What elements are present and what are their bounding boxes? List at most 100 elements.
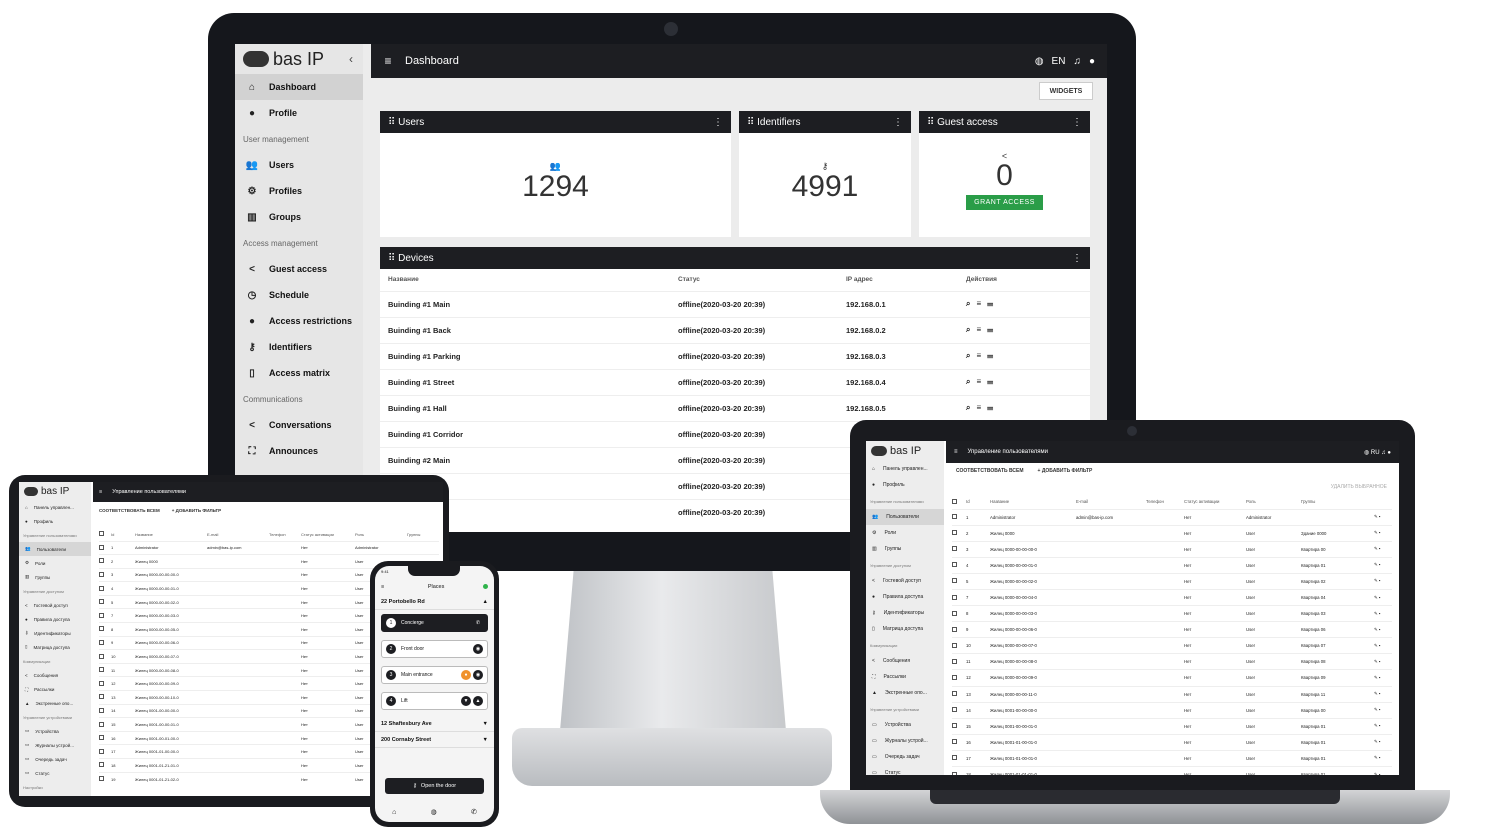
more-vert-icon[interactable]: ⋮ [713,117,723,128]
column-header[interactable]: Название [990,495,1076,509]
sidebar-item[interactable]: ● Профиль [866,477,944,493]
door-button[interactable]: 3 Main entrance ● ◉ [381,666,488,684]
column-header[interactable]: Телефон [1146,495,1184,509]
delete-selected-button[interactable]: УДАЛИТЬ ВЫБРАННОЕ [1331,484,1387,490]
sidebar-item[interactable]: ▭ Очередь задач [866,749,944,765]
match-all-button[interactable]: СООТВЕТСТВОВАТЬ ВСЕМ [956,468,1024,474]
select-all-checkbox[interactable] [952,498,957,504]
sidebar-item-schedule[interactable]: ◷ Schedule [235,282,363,308]
delete-icon[interactable]: ▪ [1379,595,1381,600]
checklist-icon[interactable]: ☰ [987,351,999,360]
row-checkbox[interactable] [952,530,957,536]
row-checkbox[interactable] [99,694,104,700]
delete-icon[interactable]: ▪ [1379,578,1381,583]
table-row[interactable]: Buinding #1 Main offline(2020-03-20 20:39… [380,290,1090,317]
table-row[interactable]: 15 Жилец 0001-00-00-01-0 Нет User Квартира 0… [952,717,1392,735]
search-device-icon[interactable]: ⌕ [966,299,976,308]
delete-icon[interactable]: ▪ [1379,611,1381,616]
row-checkbox[interactable] [952,771,957,775]
delete-icon[interactable]: ▪ [1379,627,1381,632]
row-checkbox[interactable] [99,680,104,686]
column-header[interactable]: Роль [355,528,407,541]
row-checkbox[interactable] [952,755,957,761]
search-device-icon[interactable]: ⌕ [966,403,976,412]
bell-icon[interactable]: ♫ [1073,56,1081,67]
table-row[interactable]: Buinding #1 Parking offline(2020-03-20 20… [380,342,1090,369]
row-checkbox[interactable] [952,691,957,697]
row-checkbox[interactable] [952,594,957,600]
sidebar-item[interactable]: ⌂ Панель управлен... [866,461,944,477]
tab-intercom[interactable]: ◍ [431,808,437,816]
collapse-sidebar-icon[interactable]: ‹ [349,52,353,66]
column-header[interactable]: Статус [670,269,838,291]
drag-handle-icon[interactable]: ⠿ [927,117,937,128]
door-action-icon[interactable]: ▲ [473,696,483,706]
sidebar-item[interactable]: ⛶ Рассылки [866,669,944,685]
sidebar-item[interactable]: ▲ Экстренные опо... [866,685,944,701]
column-header[interactable]: Группы [407,528,439,541]
checklist-icon[interactable]: ☰ [987,325,999,334]
row-checkbox[interactable] [99,653,104,659]
sidebar-item-profile[interactable]: ● Profile [235,100,363,126]
door-button[interactable]: 2 Front door ◉ [381,640,488,658]
list-icon[interactable]: ≡ [976,351,987,360]
delete-icon[interactable]: ▪ [1379,562,1381,567]
sidebar-item[interactable]: ▯ Матрица доступа [866,621,944,637]
more-vert-icon[interactable]: ⋮ [893,117,903,128]
tab-home[interactable]: ⌂ [392,809,396,816]
sidebar-item-identifiers[interactable]: ⚷ Identifiers [235,334,363,360]
column-header[interactable]: E-mail [207,528,269,541]
column-header[interactable]: Статус активации [301,528,355,541]
row-checkbox[interactable] [99,762,104,768]
row-checkbox[interactable] [99,639,104,645]
sidebar-item[interactable]: ● Правила доступа [866,589,944,605]
column-header[interactable]: E-mail [1076,495,1146,509]
widgets-button[interactable]: WIDGETS [1039,82,1093,100]
drag-handle-icon[interactable]: ⠿ [388,253,398,264]
column-header[interactable]: Статус активации [1184,495,1246,509]
row-checkbox[interactable] [99,707,104,713]
sidebar-item[interactable]: ▭ Устройства [19,724,91,738]
table-row[interactable]: 1 Administrator admin@bas-ip.com Нет Adminis… [952,508,1392,526]
table-row[interactable]: 5 Жилец 0000-00-00-02-0 Нет User Квартира 02… [952,572,1392,590]
door-action-icon[interactable]: ✆ [473,618,483,628]
door-action-icon[interactable]: ◉ [473,670,483,680]
sidebar-item[interactable]: 👥 Пользователи [19,542,91,556]
checklist-icon[interactable]: ☰ [987,377,999,386]
location-header[interactable]: 22 Portobello Rd ▲ [375,594,494,610]
row-checkbox[interactable] [952,546,957,552]
row-checkbox[interactable] [952,674,957,680]
table-row[interactable]: Buinding #1 Street offline(2020-03-20 20:… [380,368,1090,395]
sidebar-item[interactable]: ▭ Журналы устрой... [19,738,91,752]
row-checkbox[interactable] [952,642,957,648]
drag-handle-icon[interactable]: ⠿ [388,117,398,128]
delete-icon[interactable]: ▪ [1379,643,1381,648]
sidebar-item[interactable]: ▭ Статус [866,765,944,775]
search-device-icon[interactable]: ⌕ [966,377,976,386]
list-icon[interactable]: ≡ [976,377,987,386]
row-checkbox[interactable] [99,585,104,591]
checklist-icon[interactable]: ☰ [987,403,999,412]
row-checkbox[interactable] [952,562,957,568]
sidebar-item-guest-access[interactable]: < Guest access [235,256,363,282]
row-checkbox[interactable] [99,612,104,618]
row-checkbox[interactable] [952,578,957,584]
open-door-button[interactable]: ⚷ Open the door [385,778,484,794]
drag-handle-icon[interactable]: ⠿ [747,117,757,128]
row-checkbox[interactable] [952,723,957,729]
table-row[interactable]: 2 Жилец 0000 Нет User Здание 0000 ✎ ▪ [952,524,1392,542]
menu-icon[interactable]: ≡ [954,449,958,455]
sidebar-item[interactable]: ▭ Статус [19,766,91,780]
sidebar-item[interactable]: ▭ Журналы устрой... [866,733,944,749]
row-checkbox[interactable] [99,558,104,564]
table-row[interactable]: 4 Жилец 0000-00-00-01-0 Нет User Квартира 01… [952,556,1392,574]
sidebar-item[interactable]: ▥ Группы [19,570,91,584]
location-header[interactable]: 12 Shaftesbury Ave ▼ [375,716,494,732]
account-icon[interactable]: ● [1089,56,1095,67]
delete-icon[interactable]: ▪ [1379,723,1381,728]
table-row[interactable]: 3 Жилец 0000-00-00-00-0 Нет User Квартира 00… [952,540,1392,558]
delete-icon[interactable]: ▪ [1379,530,1381,535]
sidebar-item[interactable]: < Сообщения [866,653,944,669]
row-checkbox[interactable] [952,610,957,616]
delete-icon[interactable]: ▪ [1379,514,1381,519]
